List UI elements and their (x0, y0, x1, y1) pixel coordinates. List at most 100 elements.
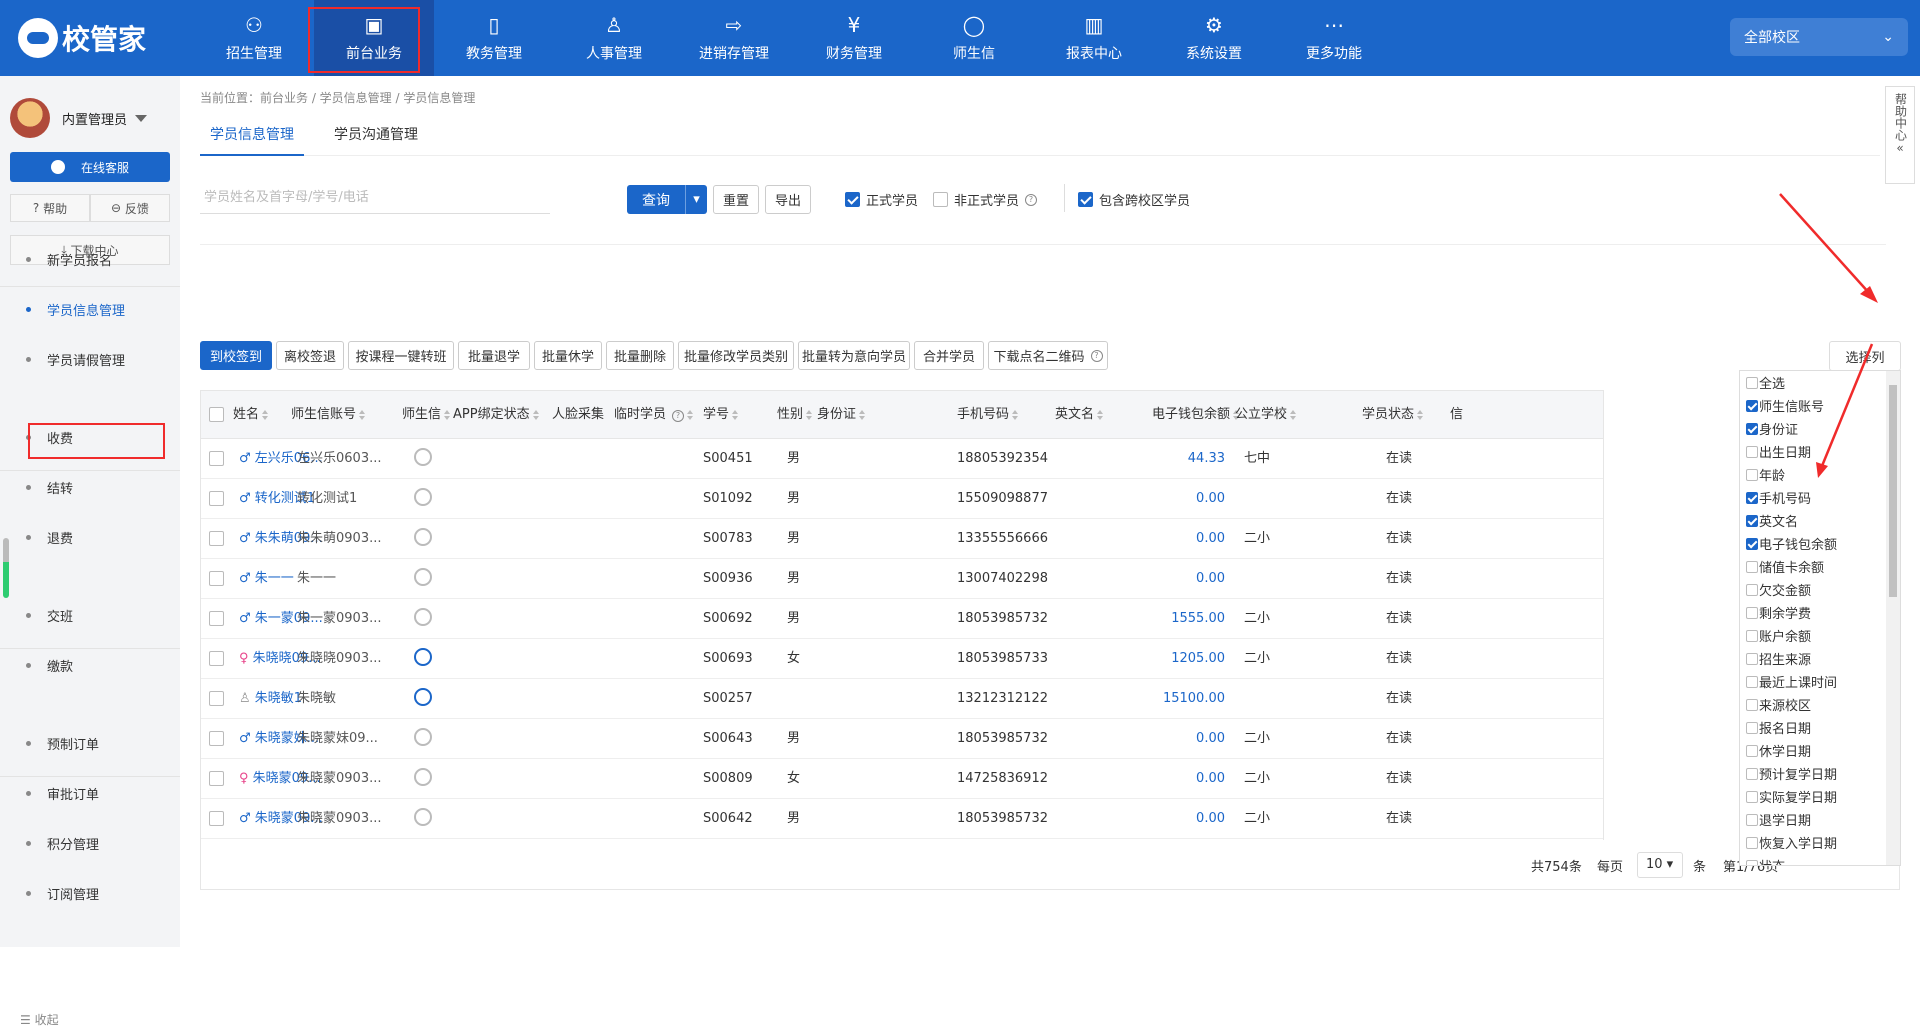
wechat-status-icon[interactable] (414, 648, 432, 666)
column-option[interactable]: 招生来源 (1740, 647, 1900, 670)
dropdown-arrow-icon[interactable]: ▾ (685, 185, 707, 214)
online-service-button[interactable]: 在线客服 (10, 152, 170, 182)
wallet-balance-link[interactable]: 0.00 (1121, 479, 1225, 519)
row-checkbox[interactable] (209, 491, 224, 506)
table-row[interactable]: ♂ 朱一蒙09... 朱一蒙0903... S00692 男 18053985732 15… (201, 599, 1603, 639)
sidebar-item[interactable]: 结转 (26, 478, 73, 497)
wechat-status-icon[interactable] (414, 768, 432, 786)
checkbox[interactable] (1746, 445, 1758, 458)
sidebar-item[interactable]: 审批订单 (26, 784, 99, 803)
wallet-balance-link[interactable]: 0.00 (1121, 759, 1225, 799)
column-header[interactable]: 信 (1450, 391, 1463, 439)
tab-student-info[interactable]: 学员信息管理 (200, 112, 304, 156)
wechat-status-icon[interactable] (414, 448, 432, 466)
student-name-link[interactable]: ♙ 朱晓敏1 (239, 679, 302, 719)
help-button[interactable]: ? 帮助 (10, 194, 90, 222)
wechat-status-icon[interactable] (414, 528, 432, 546)
checkbox[interactable] (1746, 721, 1758, 734)
row-checkbox[interactable] (209, 691, 224, 706)
nav-inventory[interactable]: ⇨ 进销存管理 (674, 0, 794, 76)
table-row[interactable]: ♂ 朱朱萌09... 朱朱萌0903... S00783 男 13355556666 0.… (201, 519, 1603, 559)
checkbox[interactable] (1746, 652, 1758, 665)
sort-icon[interactable] (262, 409, 269, 420)
sort-icon[interactable] (687, 409, 694, 420)
sidebar-item[interactable]: 交班 (26, 606, 73, 625)
page-size-select[interactable]: 10 ▾ (1637, 852, 1683, 878)
nav-user-plus[interactable]: ⚇ 招生管理 (194, 0, 314, 76)
wallet-balance-link[interactable]: 1205.00 (1121, 639, 1225, 679)
sidebar-item[interactable]: 新学员报名 (26, 250, 112, 269)
checkbox[interactable] (1746, 629, 1758, 642)
sidebar-item[interactable]: 缴款 (26, 656, 73, 675)
table-row[interactable]: ♙ 朱晓敏1 朱晓敏 S00257 13212312122 15100.00 在读 (201, 679, 1603, 719)
checkbox[interactable] (1746, 514, 1758, 527)
wallet-balance-link[interactable]: 0.00 (1121, 559, 1225, 599)
table-row[interactable]: ♂ 朱晓蒙妹... 朱晓蒙妹09... S00643 男 18053985732 0.00… (201, 719, 1603, 759)
checkbox[interactable] (1746, 560, 1758, 573)
column-header[interactable]: 师生信 (402, 391, 451, 439)
checkbox[interactable] (1746, 583, 1758, 596)
search-input[interactable]: 学员姓名及首字母/学号/电话 (200, 182, 550, 214)
nav-report[interactable]: ▥ 报表中心 (1034, 0, 1154, 76)
sort-icon[interactable] (359, 409, 366, 420)
row-checkbox[interactable] (209, 731, 224, 746)
student-name-link[interactable]: ♂ 朱一一 (239, 559, 294, 599)
action-button[interactable]: 批量删除 (606, 341, 674, 370)
checkbox[interactable] (1746, 790, 1758, 803)
action-button[interactable]: 到校签到 (200, 341, 272, 370)
collapse-sidebar-button[interactable]: ☰ 收起 (20, 1011, 59, 1028)
nav-more[interactable]: ⋯ 更多功能 (1274, 0, 1394, 76)
sort-icon[interactable] (1012, 409, 1019, 420)
action-button[interactable]: 按课程一键转班 (348, 341, 454, 370)
action-button[interactable]: 下载点名二维码? (988, 341, 1108, 370)
action-button[interactable]: 批量修改学员类别 (678, 341, 794, 370)
sort-icon[interactable] (1417, 409, 1424, 420)
column-option[interactable]: 退学日期 (1740, 808, 1900, 831)
checkbox[interactable] (1078, 192, 1093, 207)
wechat-status-icon[interactable] (414, 728, 432, 746)
sidebar-item[interactable]: 学员请假管理 (26, 350, 125, 369)
select-all-checkbox[interactable] (209, 407, 224, 422)
row-checkbox[interactable] (209, 611, 224, 626)
sidebar-item[interactable]: 积分管理 (26, 834, 99, 853)
checkbox[interactable] (1746, 698, 1758, 711)
action-button[interactable]: 批量休学 (534, 341, 602, 370)
sidebar-item[interactable]: 学员信息管理 (26, 300, 125, 319)
column-header[interactable]: 英文名 (1055, 391, 1104, 439)
nav-book[interactable]: ▯ 教务管理 (434, 0, 554, 76)
row-checkbox[interactable] (209, 771, 224, 786)
column-header[interactable]: 人脸采集 (552, 391, 604, 439)
nav-chat[interactable]: ◯ 师生信 (914, 0, 1034, 76)
row-checkbox[interactable] (209, 571, 224, 586)
query-button[interactable]: 查询 ▾ (627, 185, 707, 214)
column-header[interactable]: APP绑定状态 (453, 391, 540, 439)
checkbox[interactable] (1746, 491, 1758, 504)
action-button[interactable]: 批量转为意向学员 (798, 341, 910, 370)
help-center-button[interactable]: 帮助中心 « (1885, 86, 1915, 184)
column-option[interactable]: 预计复学日期 (1740, 762, 1900, 785)
sidebar-scrollbar[interactable] (3, 538, 9, 598)
checkbox[interactable] (1746, 813, 1758, 826)
sort-icon[interactable] (532, 409, 540, 420)
column-option[interactable]: 休学日期 (1740, 739, 1900, 762)
checkbox[interactable] (1746, 399, 1758, 412)
sidebar-item[interactable]: 预制订单 (26, 734, 99, 753)
checkbox[interactable] (1746, 376, 1758, 389)
nav-money[interactable]: ¥ 财务管理 (794, 0, 914, 76)
wallet-balance-link[interactable]: 0.00 (1121, 799, 1225, 839)
wallet-balance-link[interactable]: 0.00 (1121, 519, 1225, 559)
checkbox[interactable] (1746, 767, 1758, 780)
checkbox[interactable] (1746, 744, 1758, 757)
tab-student-communication[interactable]: 学员沟通管理 (324, 112, 428, 156)
checkbox[interactable] (1746, 675, 1758, 688)
logo[interactable]: 校管家 (18, 18, 146, 58)
table-row[interactable]: ♂ 朱晓蒙09... 朱晓蒙0903... S00642 男 18053985732 0.… (201, 799, 1603, 839)
checkbox[interactable] (1746, 422, 1758, 435)
column-header[interactable]: 手机号码 (957, 391, 1019, 439)
row-checkbox[interactable] (209, 811, 224, 826)
column-option[interactable]: 最近上课时间 (1740, 670, 1900, 693)
user-menu[interactable]: 内置管理员 (10, 98, 148, 138)
wechat-status-icon[interactable] (414, 488, 432, 506)
checkbox[interactable] (1746, 836, 1758, 849)
informal-student-checkbox[interactable]: 非正式学员? (933, 190, 1038, 209)
